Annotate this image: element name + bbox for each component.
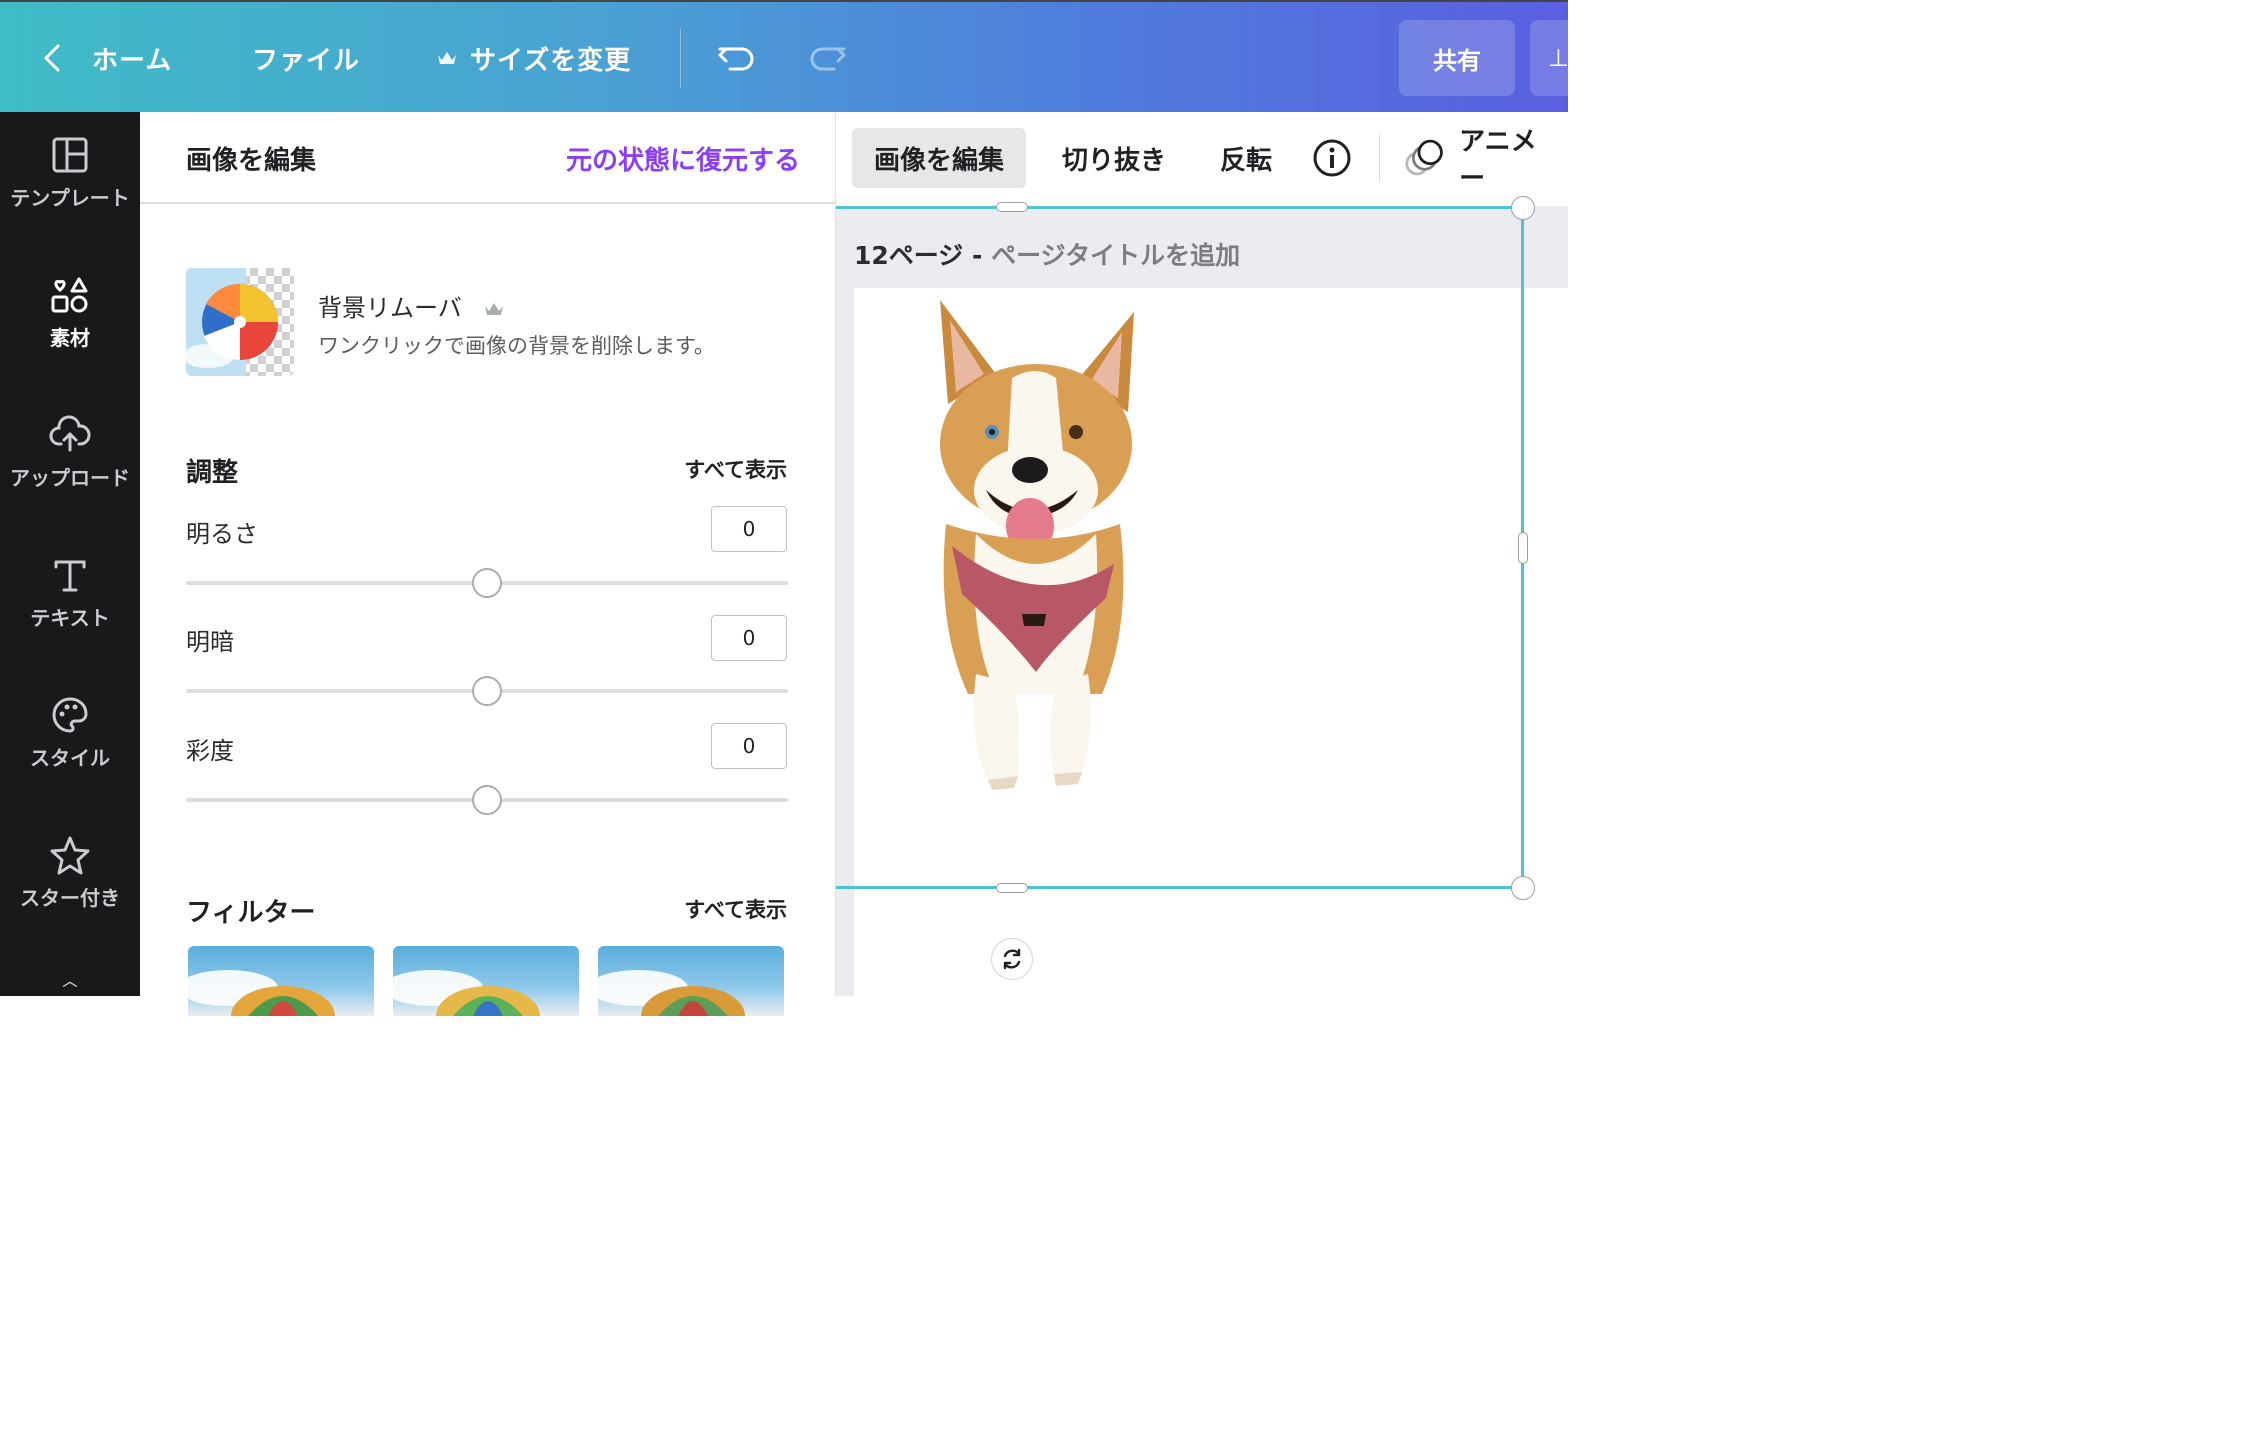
resize-handle-top[interactable] <box>996 202 1028 212</box>
redo-button[interactable] <box>806 2 848 114</box>
crown-icon <box>438 52 456 64</box>
info-icon <box>1313 139 1351 177</box>
download-button[interactable]: ⊥ <box>1530 20 1590 96</box>
undo-icon <box>718 47 754 71</box>
sidebar: テンプレート 素材 アップロード テキスト スタイル スター付き <box>0 112 140 996</box>
bg-remover-thumbnail[interactable] <box>186 268 294 376</box>
file-label: ファイル <box>252 45 361 76</box>
hot-air-balloon-image <box>393 970 540 1016</box>
flip-button[interactable]: 反転 <box>1198 128 1294 188</box>
info-button[interactable] <box>1300 128 1364 188</box>
template-icon <box>52 137 88 172</box>
sidebar-item-label: テキスト <box>30 605 110 630</box>
hot-air-balloon-image <box>188 970 335 1016</box>
redo-icon <box>810 47 846 71</box>
selection-border-bottom <box>836 886 1523 889</box>
bg-remover-title: 背景リムーバ <box>318 294 462 322</box>
brightness-label: 明るさ <box>186 520 258 548</box>
sidebar-item-label: スター付き <box>20 885 120 910</box>
edit-image-panel: 画像を編集 元の状態に復元する 背景リムーバ ワンクリックで画像の背景を削除しま… <box>140 112 836 1016</box>
palette-icon <box>52 696 88 733</box>
toolbar-divider <box>680 28 681 88</box>
crop-button[interactable]: 切り抜き <box>1040 128 1188 188</box>
contrast-slider-knob[interactable] <box>472 676 502 706</box>
panel-header: 画像を編集 元の状態に復元する <box>140 112 836 204</box>
resize-handle-right[interactable] <box>1518 532 1528 564</box>
brightness-slider-knob[interactable] <box>472 568 502 598</box>
adjust-section-title: 調整 <box>186 458 239 488</box>
star-icon <box>50 836 90 874</box>
page-number: 12ページ - <box>854 241 983 270</box>
download-icon: ⊥ <box>1548 44 1569 72</box>
edit-image-label: 画像を編集 <box>874 145 1005 176</box>
file-menu-button[interactable]: ファイル <box>252 2 360 114</box>
contrast-label: 明暗 <box>186 628 234 656</box>
home-label: ホーム <box>92 45 173 76</box>
saturation-slider-knob[interactable] <box>472 785 502 815</box>
upload-icon <box>49 415 91 451</box>
animate-icon <box>1405 139 1443 176</box>
corgi-image[interactable] <box>906 294 1166 794</box>
sidebar-item-label: テンプレート <box>10 185 130 210</box>
text-icon <box>54 560 86 591</box>
sidebar-item-templates[interactable]: テンプレート <box>0 112 140 232</box>
share-label: 共有 <box>1433 46 1481 75</box>
resize-handle-bottom[interactable] <box>996 883 1028 893</box>
animate-button[interactable]: アニメー <box>1392 127 1568 194</box>
filters-section-title: フィルター <box>186 898 316 928</box>
canvas-area: 12ページ - ページタイトルを追加 <box>836 196 1568 996</box>
home-button[interactable]: ホーム <box>40 2 172 114</box>
rotate-icon <box>1003 948 1021 970</box>
share-button[interactable]: 共有 <box>1399 20 1515 96</box>
hot-air-balloon-image <box>598 970 745 1016</box>
panel-title: 画像を編集 <box>186 146 317 176</box>
toolbar-divider <box>1379 134 1380 182</box>
beach-ball-image <box>186 268 294 376</box>
sidebar-item-more[interactable] <box>0 952 140 996</box>
resize-label: サイズを変更 <box>470 45 632 76</box>
crop-label: 切り抜き <box>1062 145 1167 176</box>
saturation-label: 彩度 <box>186 737 234 765</box>
flip-label: 反転 <box>1220 145 1273 176</box>
folder-icon <box>62 981 78 988</box>
filters-see-all-link[interactable]: すべて表示 <box>684 894 787 924</box>
selection-border-top <box>836 206 1523 209</box>
chevron-left-icon <box>44 44 60 72</box>
saturation-value-input[interactable]: 0 <box>711 723 787 769</box>
sidebar-item-uploads[interactable]: アップロード <box>0 392 140 512</box>
page-label: 12ページ - ページタイトルを追加 <box>854 236 1240 272</box>
image-context-toolbar: 画像を編集 切り抜き 反転 アニメー <box>836 112 1568 206</box>
sidebar-item-starred[interactable]: スター付き <box>0 812 140 932</box>
sidebar-item-styles[interactable]: スタイル <box>0 672 140 792</box>
top-bar: ホーム ファイル サイズを変更 共有 ⊥ <box>0 0 1590 114</box>
design-page[interactable] <box>854 288 1568 996</box>
bg-remover-title-row[interactable]: 背景リムーバ <box>318 288 505 323</box>
bg-remover-description: ワンクリックで画像の背景を削除します。 <box>318 334 715 358</box>
resize-handle-top-right[interactable] <box>1511 196 1535 220</box>
filter-thumbnail[interactable] <box>393 946 579 1016</box>
edit-image-button[interactable]: 画像を編集 <box>852 128 1027 188</box>
sidebar-item-label: スタイル <box>30 745 110 770</box>
page-title-input[interactable]: ページタイトルを追加 <box>991 241 1240 270</box>
animate-label: アニメー <box>1459 127 1537 194</box>
filter-thumbnail[interactable] <box>598 946 784 1016</box>
adjust-see-all-link[interactable]: すべて表示 <box>684 454 787 484</box>
restore-original-link[interactable]: 元の状態に復元する <box>566 140 800 177</box>
filter-thumbnail[interactable] <box>188 946 374 1016</box>
sidebar-item-label: 素材 <box>50 325 90 350</box>
elements-icon <box>51 277 88 312</box>
crown-icon <box>485 303 504 315</box>
sidebar-item-label: アップロード <box>10 465 130 490</box>
contrast-value-input[interactable]: 0 <box>711 615 787 661</box>
resize-handle-bottom-right[interactable] <box>1511 876 1535 900</box>
sidebar-item-text[interactable]: テキスト <box>0 532 140 652</box>
undo-button[interactable] <box>716 2 758 114</box>
brightness-value-input[interactable]: 0 <box>711 506 787 552</box>
rotate-button[interactable] <box>991 938 1033 980</box>
resize-button[interactable]: サイズを変更 <box>436 2 631 114</box>
sidebar-item-elements[interactable]: 素材 <box>0 252 140 372</box>
